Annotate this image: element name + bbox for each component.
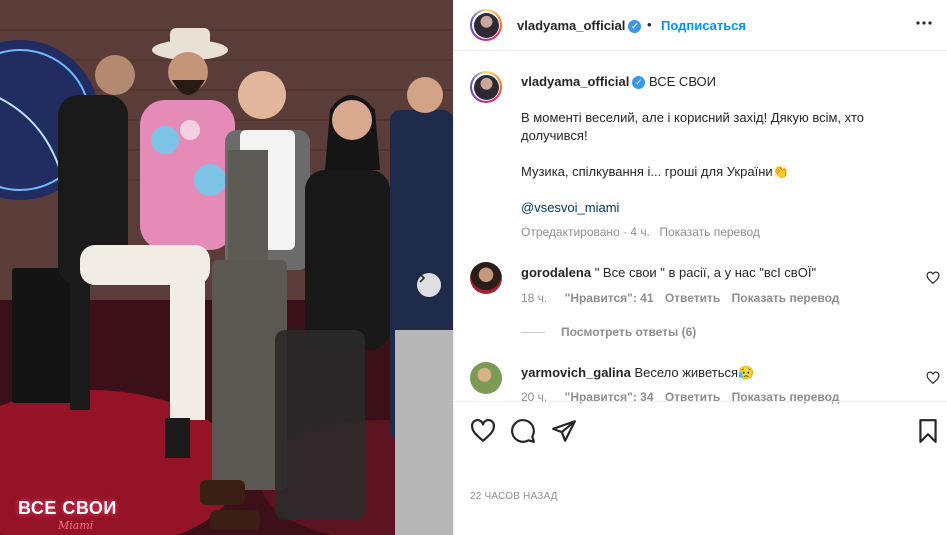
like-heart-icon[interactable] bbox=[470, 418, 496, 444]
caption-header: vladyama_official ✓ ВСЕ СВОИ bbox=[521, 73, 931, 91]
caption-author-username[interactable]: vladyama_official bbox=[521, 74, 629, 89]
photo-watermark: ВСЕ СВОИ bbox=[18, 498, 117, 518]
photo-illustration bbox=[0, 0, 453, 535]
photo-watermark-sub: Miami bbox=[58, 519, 94, 532]
verified-icon: ✓ bbox=[628, 20, 642, 33]
post-side-panel: vladyama_official ✓ • Подписаться vladyam… bbox=[453, 0, 947, 535]
caption-author-avatar[interactable] bbox=[470, 71, 502, 103]
separator-dot: • bbox=[647, 17, 652, 32]
comment-reply-button[interactable]: Ответить bbox=[665, 291, 720, 305]
caption-title: ВСЕ СВОИ bbox=[649, 74, 717, 89]
comment-item: gorodalena " Все свои " в расії, а у нас… bbox=[521, 264, 901, 282]
comment-avatar[interactable] bbox=[470, 262, 502, 294]
comment-like-heart-icon[interactable] bbox=[926, 371, 940, 385]
comment-text: Весело живеться😥 bbox=[634, 365, 755, 380]
follow-button[interactable]: Подписаться bbox=[661, 18, 746, 33]
author-avatar[interactable] bbox=[470, 9, 502, 41]
comment-bubble-icon[interactable] bbox=[510, 418, 536, 444]
comment-text: " Все свои " в расії, а у нас "всІ свОЇ" bbox=[594, 265, 817, 280]
action-bar bbox=[454, 401, 947, 459]
post-timestamp[interactable]: 22 ЧАСОВ НАЗАД bbox=[470, 491, 558, 502]
verified-icon: ✓ bbox=[632, 76, 646, 89]
comment-like-heart-icon[interactable] bbox=[926, 271, 940, 285]
replies-divider bbox=[521, 332, 545, 334]
comment-likes[interactable]: "Нравится": 41 bbox=[565, 291, 654, 305]
chevron-right-icon bbox=[419, 273, 426, 283]
view-replies-button[interactable]: Посмотреть ответы (6) bbox=[561, 325, 696, 339]
caption-translate-button[interactable]: Показать перевод bbox=[659, 225, 760, 239]
comment-username[interactable]: yarmovich_galina bbox=[521, 365, 631, 380]
caption-line-1: В моменті веселий, але і корисний захід!… bbox=[521, 110, 865, 143]
caption-edited-time: Отредактировано · 4 ч. bbox=[521, 225, 650, 239]
comment-avatar[interactable] bbox=[470, 362, 502, 394]
author-username[interactable]: vladyama_official ✓ bbox=[517, 18, 642, 33]
bookmark-save-icon[interactable] bbox=[915, 418, 941, 444]
post-photo[interactable]: ВСЕ СВОИ Miami bbox=[0, 0, 453, 535]
view-replies-row[interactable]: Посмотреть ответы (6) bbox=[521, 325, 696, 339]
comment-translate-button[interactable]: Показать перевод bbox=[732, 291, 840, 305]
caption-mention-link[interactable]: @vsesvoi_miami bbox=[521, 199, 619, 217]
share-send-icon[interactable] bbox=[551, 418, 577, 444]
more-options-button[interactable] bbox=[915, 14, 933, 37]
comment-item: yarmovich_galina Весело живеться😥 bbox=[521, 364, 901, 382]
more-horizontal-icon bbox=[916, 21, 932, 25]
caption-line-2: Музика, спілкування і... гроші для Украї… bbox=[521, 164, 789, 179]
caption-meta: Отредактировано · 4 ч. Показать перевод bbox=[521, 225, 760, 239]
comment-time: 18 ч. bbox=[521, 291, 548, 305]
next-photo-button[interactable] bbox=[417, 273, 441, 297]
comment-meta: 18 ч. "Нравится": 41 Ответить Показать п… bbox=[521, 291, 839, 305]
comment-username[interactable]: gorodalena bbox=[521, 265, 591, 280]
post-header: vladyama_official ✓ • Подписаться bbox=[454, 0, 947, 51]
